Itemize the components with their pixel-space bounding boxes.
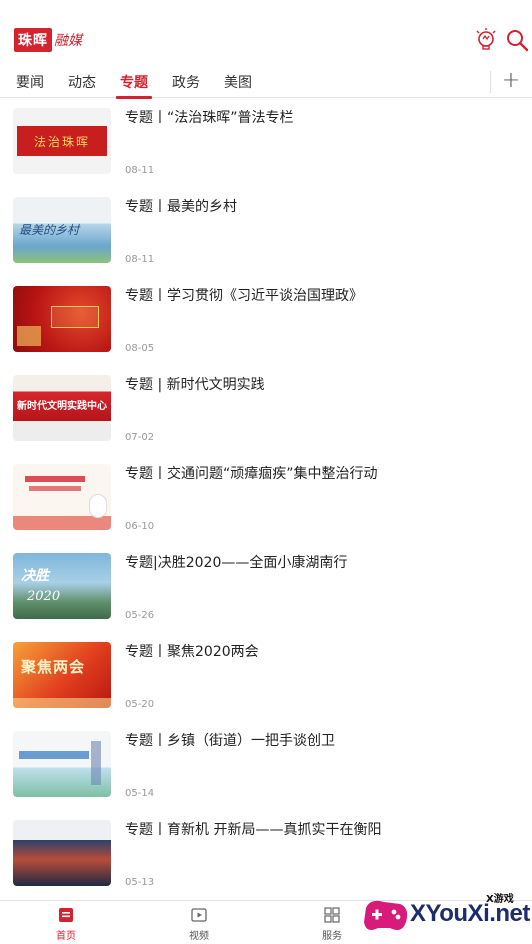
tab-divider	[490, 71, 491, 93]
nav-service-label: 服务	[322, 931, 342, 942]
article-title: 专题丨乡镇（街道）一把手谈创卫	[125, 733, 335, 749]
article-thumbnail: 法治珠晖	[13, 108, 111, 174]
article-thumbnail: 聚焦两会	[13, 642, 111, 708]
article-thumbnail	[13, 464, 111, 530]
list-item[interactable]: 聚焦两会 专题丨聚焦2020两会 05-20	[0, 633, 532, 722]
article-date: 08-05	[125, 343, 155, 354]
gamepad-logo-icon	[360, 896, 410, 936]
app-logo: 珠晖 融媒	[14, 28, 82, 52]
logo-main-text: 珠晖	[14, 28, 52, 52]
article-date: 08-11	[125, 254, 155, 265]
thumbnail-text: 新时代文明实践中心	[17, 401, 107, 412]
article-thumbnail: 最美的乡村	[13, 197, 111, 263]
article-title: 专题丨育新机 开新局——真抓实干在衡阳	[125, 822, 382, 838]
thumbnail-text: 聚焦两会	[21, 658, 86, 676]
nav-video-label: 视频	[189, 931, 209, 942]
list-item[interactable]: 专题丨乡镇（街道）一把手谈创卫 05-14	[0, 722, 532, 811]
home-icon	[57, 906, 75, 924]
category-tabs: 要闻 动态 专题 政务 美图 +	[0, 66, 532, 99]
site-watermark: X游戏 XYouXi.net	[360, 880, 532, 944]
thumbnail-text: 决胜	[21, 568, 49, 584]
tab-yaowen[interactable]: 要闻	[16, 72, 44, 98]
grid-icon	[323, 906, 341, 924]
list-item[interactable]: 新时代文明实践中心 专题 | 新时代文明实践 07-02	[0, 366, 532, 455]
article-date: 05-14	[125, 788, 155, 799]
article-thumbnail: 新时代文明实践中心	[13, 375, 111, 441]
article-thumbnail: 决胜 2020	[13, 553, 111, 619]
article-date: 05-20	[125, 699, 155, 710]
video-icon	[190, 906, 208, 924]
article-thumbnail	[13, 820, 111, 886]
logo-sub-text: 融媒	[54, 33, 82, 49]
article-date: 08-11	[125, 165, 155, 176]
nav-home[interactable]: 首页	[36, 906, 96, 942]
list-item[interactable]: 专题丨交通问题“顽瘴痼疾”集中整治行动 06-10	[0, 455, 532, 544]
tab-dongtai[interactable]: 动态	[68, 72, 96, 98]
list-item[interactable]: 法治珠晖 专题丨“法治珠晖”普法专栏 08-11	[0, 99, 532, 188]
article-title: 专题丨学习贯彻《习近平谈治国理政》	[125, 288, 363, 304]
article-date: 05-26	[125, 610, 155, 621]
lightbulb-icon[interactable]	[472, 26, 500, 54]
article-title: 专题 | 新时代文明实践	[125, 377, 265, 393]
nav-service[interactable]: 服务	[302, 906, 362, 942]
list-item[interactable]: 专题丨学习贯彻《习近平谈治国理政》 08-05	[0, 277, 532, 366]
nav-video[interactable]: 视频	[169, 906, 229, 942]
article-thumbnail	[13, 286, 111, 352]
tab-zhuanti[interactable]: 专题	[116, 72, 152, 99]
article-title: 专题丨“法治珠晖”普法专栏	[125, 110, 294, 126]
list-item[interactable]: 决胜 2020 专题|决胜2020——全面小康湖南行 05-26	[0, 544, 532, 633]
list-item[interactable]: 最美的乡村 专题丨最美的乡村 08-11	[0, 188, 532, 277]
watermark-site-text: XYouXi.net	[410, 900, 530, 927]
add-tab-button[interactable]: +	[500, 68, 522, 94]
nav-home-label: 首页	[56, 931, 76, 942]
tab-meitu[interactable]: 美图	[224, 72, 252, 98]
thumbnail-text: 法治珠晖	[33, 134, 90, 149]
article-title: 专题|决胜2020——全面小康湖南行	[125, 555, 348, 571]
app-header: 珠晖 融媒	[0, 0, 532, 66]
article-date: 05-13	[125, 877, 155, 888]
search-icon[interactable]	[503, 26, 531, 54]
article-title: 专题丨交通问题“顽瘴痼疾”集中整治行动	[125, 466, 378, 482]
article-title: 专题丨最美的乡村	[125, 199, 237, 215]
article-thumbnail	[13, 731, 111, 797]
thumbnail-text: 最美的乡村	[19, 223, 80, 237]
article-date: 07-02	[125, 432, 155, 443]
tab-zhengwu[interactable]: 政务	[172, 72, 200, 98]
article-date: 06-10	[125, 521, 155, 532]
article-title: 专题丨聚焦2020两会	[125, 644, 259, 660]
